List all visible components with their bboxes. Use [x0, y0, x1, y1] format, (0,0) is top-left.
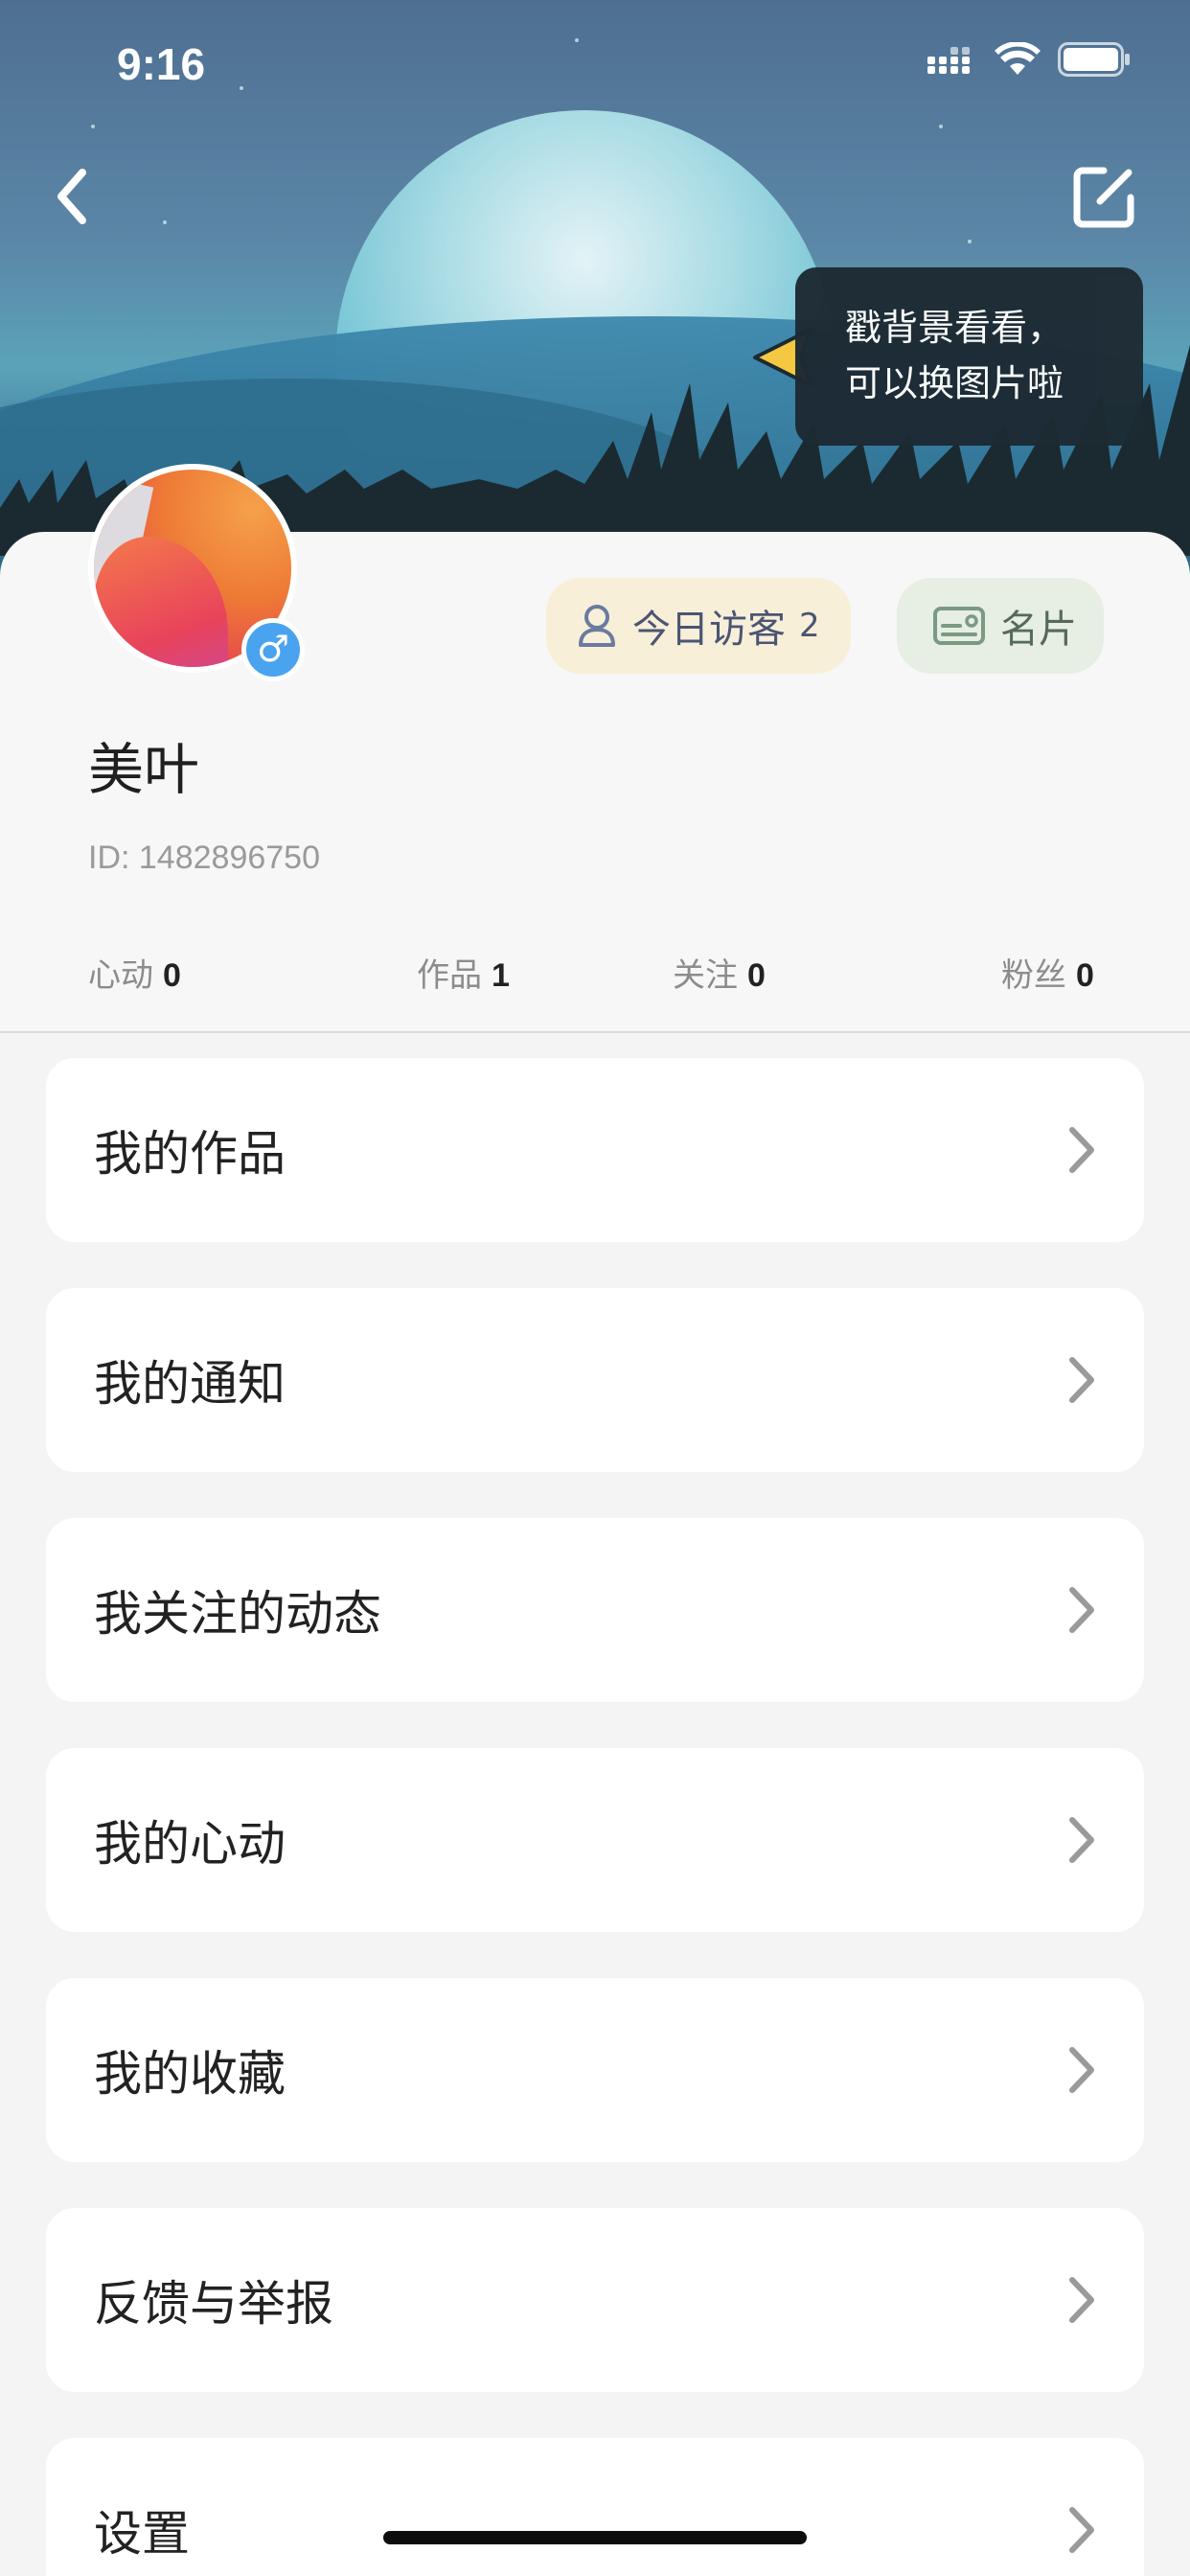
- chevron-right-icon: [1069, 2277, 1094, 2323]
- menu-item-label: 反馈与举报: [94, 2276, 333, 2332]
- tooltip-line: 可以换图片啦: [845, 362, 1064, 404]
- change-background-tooltip[interactable]: 戳背景看看， 可以换图片啦: [795, 267, 1143, 446]
- stat-label: 心动: [88, 956, 153, 995]
- wifi-icon: [995, 42, 1041, 75]
- chevron-right-icon: [1069, 1817, 1094, 1863]
- stat-value: 0: [1076, 957, 1094, 994]
- today-visitors-button[interactable]: 今日访客 2: [546, 578, 851, 674]
- chevron-right-icon: [1069, 2047, 1094, 2093]
- chevron-right-icon: [1069, 2507, 1094, 2553]
- visitors-count: 2: [799, 607, 820, 645]
- edit-profile-button[interactable]: [1073, 165, 1136, 228]
- chevron-right-icon: [1069, 1127, 1094, 1173]
- star: [968, 240, 972, 243]
- stat-label: 粉丝: [1001, 956, 1066, 995]
- back-button[interactable]: [46, 163, 103, 230]
- divider: [0, 1031, 1190, 1033]
- stat-following[interactable]: 关注 0: [673, 949, 766, 996]
- card-label: 名片: [1000, 608, 1077, 652]
- menu-item-following-feed[interactable]: 我关注的动态: [46, 1518, 1144, 1702]
- menu-item-favorites[interactable]: 我的收藏: [46, 1978, 1144, 2162]
- menu-item-notifications[interactable]: 我的通知: [46, 1288, 1144, 1472]
- stat-works[interactable]: 作品 1: [417, 949, 510, 996]
- menu-item-label: 我的收藏: [94, 2046, 286, 2102]
- star: [91, 125, 95, 128]
- menu-item-label: 我的心动: [94, 1816, 286, 1872]
- stat-followers[interactable]: 粉丝 0: [1001, 949, 1094, 996]
- avatar-shape: [94, 537, 228, 667]
- visitors-label: 今日访客: [632, 608, 786, 652]
- chevron-right-icon: [1069, 1357, 1094, 1403]
- business-card-button[interactable]: 名片: [897, 578, 1104, 674]
- stat-label: 作品: [417, 956, 482, 995]
- menu-item-label: 设置: [94, 2506, 190, 2562]
- menu-item-feedback-report[interactable]: 反馈与举报: [46, 2208, 1144, 2392]
- user-id: ID: 1482896750: [88, 840, 320, 876]
- id-card-icon: [933, 607, 985, 645]
- menu-item-label: 我的通知: [94, 1356, 286, 1412]
- menu-item-my-works[interactable]: 我的作品: [46, 1058, 1144, 1242]
- stat-value: 1: [492, 957, 510, 994]
- star: [575, 38, 579, 42]
- menu-item-my-likes[interactable]: 我的心动: [46, 1748, 1144, 1932]
- status-icons: [927, 42, 1131, 77]
- stat-likes[interactable]: 心动 0: [88, 949, 181, 996]
- home-indicator[interactable]: [383, 2531, 807, 2544]
- chevron-right-icon: [1069, 1587, 1094, 1633]
- tooltip-line: 戳背景看看，: [845, 307, 1064, 349]
- person-icon: [579, 605, 615, 647]
- battery-icon: [1058, 42, 1130, 77]
- star: [939, 125, 943, 128]
- menu-item-label: 我关注的动态: [94, 1586, 381, 1642]
- menu-item-label: 我的作品: [94, 1126, 286, 1182]
- username: 美叶: [88, 737, 200, 802]
- star: [240, 86, 243, 90]
- cellular-signal-icon: [927, 47, 970, 74]
- menu-item-settings[interactable]: 设置: [46, 2438, 1144, 2576]
- status-time: 9:16: [117, 39, 206, 89]
- star: [163, 220, 167, 224]
- stat-value: 0: [747, 957, 766, 994]
- stat-value: 0: [163, 957, 181, 994]
- stat-label: 关注: [673, 956, 738, 995]
- male-gender-icon: ♂: [241, 618, 305, 681]
